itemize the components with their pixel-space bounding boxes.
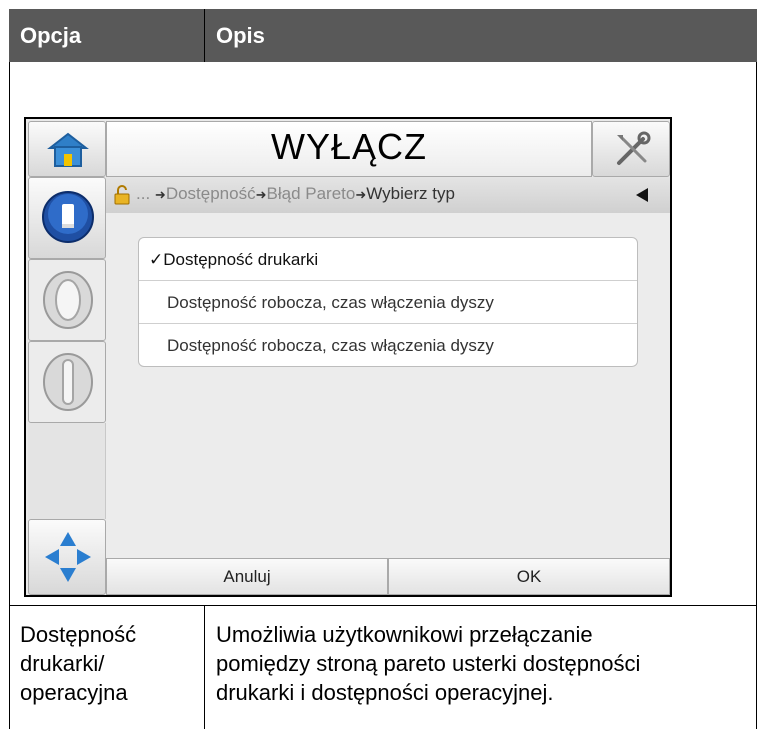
option-label: Dostępność robocza, czas włączenia dyszy [167,336,494,355]
breadcrumb-item-pareto[interactable]: Błąd Pareto [267,184,356,203]
breadcrumb-arrow: ➜ [355,187,367,202]
column-divider [204,605,205,729]
check-icon: ✓ [149,250,164,269]
navigation-arrows-icon [45,532,91,582]
navigation-button[interactable] [28,519,106,595]
option-label: Dostępność robocza, czas włączenia dyszy [167,293,494,312]
option-name-line: Dostępność [20,622,137,647]
breadcrumb-arrow: ➜ [154,187,166,202]
title-bar: WYŁĄCZ [106,121,592,177]
description-line: pomiędzy stroną pareto usterki dostępnoś… [216,651,641,676]
option-printer-availability[interactable]: ✓Dostępność drukarki [139,238,637,281]
option-name-cell: Dostępność drukarki/ operacyjna [20,620,136,707]
column-divider [204,9,205,62]
header-description: Opis [216,23,265,48]
breadcrumb-item-availability[interactable]: Dostępność [166,184,256,203]
option-label: Dostępność drukarki [163,250,319,269]
row-divider [9,605,757,606]
option-name-line: operacyjna [20,680,128,705]
tools-button[interactable] [592,121,670,177]
description-cell: Umożliwia użytkownikowi przełączanie pom… [216,620,640,707]
nozzle-icon [43,353,93,411]
option-operational-availability[interactable]: Dostępność robocza, czas włączenia dyszy [139,324,637,366]
unlocked-padlock-icon[interactable] [114,185,130,205]
nozzle-icon [43,271,93,329]
breadcrumb-item-select-type: Wybierz typ [366,184,455,203]
nozzle-button-1[interactable] [28,259,106,341]
header-option: Opcja [20,23,82,48]
cancel-button[interactable]: Anuluj [106,558,388,595]
description-line: drukarki i dostępności operacyjnej. [216,680,554,705]
breadcrumb-bar: ... ➜Dostępność➜Błąd Pareto➜Wybierz typ [106,177,670,214]
description-line: Umożliwia użytkownikowi przełączanie [216,622,593,647]
ok-button[interactable]: OK [388,558,670,595]
ink-cartridge-icon [42,191,94,243]
empty-side-panel [28,507,106,519]
device-screen: WYŁĄCZ ... ➜Dostępność➜Błąd Pareto➜Wybie… [24,117,672,597]
ink-button[interactable] [28,177,106,259]
empty-side-panel [28,423,106,507]
table-header [9,9,757,62]
breadcrumb-ellipsis: ... [136,184,151,203]
screen-title: WYŁĄCZ [270,126,427,167]
option-name-line: drukarki/ [20,651,105,676]
breadcrumb: ... ➜Dostępność➜Błąd Pareto➜Wybierz typ [136,184,455,204]
options-list: ✓Dostępność drukarki Dostępność robocza,… [138,237,638,367]
nozzle-button-2[interactable] [28,341,106,423]
breadcrumb-arrow: ➜ [255,187,267,202]
tools-icon [617,131,651,165]
home-button[interactable] [28,121,106,177]
left-triangle-icon[interactable] [636,188,648,202]
home-icon [47,132,89,167]
option-operational-availability[interactable]: Dostępność robocza, czas włączenia dyszy [139,281,637,324]
